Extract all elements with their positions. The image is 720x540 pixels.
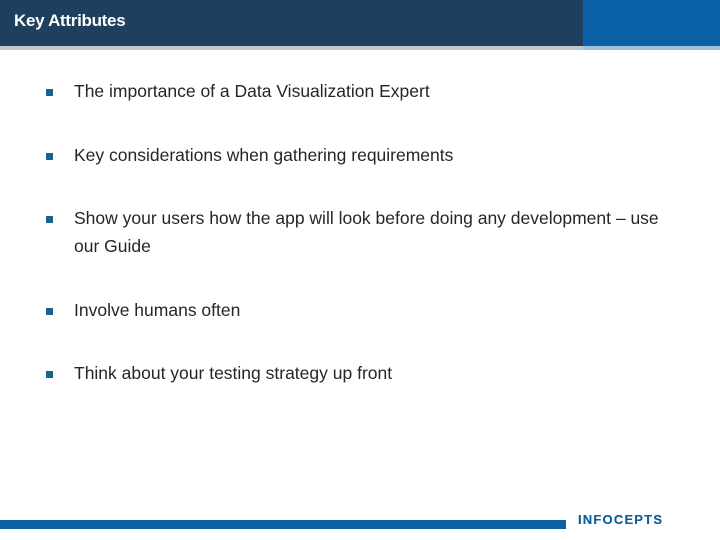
square-bullet-icon <box>46 89 53 96</box>
square-bullet-icon <box>46 216 53 224</box>
footer-rule <box>0 520 566 529</box>
list-item-label: Show your users how the app will look be… <box>74 208 659 256</box>
header-accent-block <box>583 0 720 46</box>
list-item: The importance of a Data Visualization E… <box>44 78 684 106</box>
square-bullet-icon <box>46 371 53 379</box>
header-shadow-right <box>583 46 720 50</box>
slide-header: Key Attributes <box>0 0 720 46</box>
header-shadow-left <box>0 46 583 50</box>
list-item: Involve humans often <box>44 297 684 325</box>
square-bullet-icon <box>46 307 53 315</box>
brand-logo-text: InfoCepts <box>578 508 664 529</box>
list-item: Key considerations when gathering requir… <box>44 142 684 170</box>
bullet-list: The importance of a Data Visualization E… <box>44 78 684 388</box>
list-item-label: Think about your testing strategy up fro… <box>74 363 393 384</box>
list-item-label: The importance of a Data Visualization E… <box>74 81 430 101</box>
slide: Key Attributes The importance of a Data … <box>0 0 720 540</box>
list-item: Show your users how the app will look be… <box>44 205 684 260</box>
list-item-label: Key considerations when gathering requir… <box>74 144 454 165</box>
page-title: Key Attributes <box>14 11 126 30</box>
list-item: Think about your testing strategy up fro… <box>44 360 684 388</box>
square-bullet-icon <box>46 152 53 160</box>
list-item-label: Involve humans often <box>74 299 241 320</box>
brand-logo: InfoCepts <box>578 506 663 532</box>
